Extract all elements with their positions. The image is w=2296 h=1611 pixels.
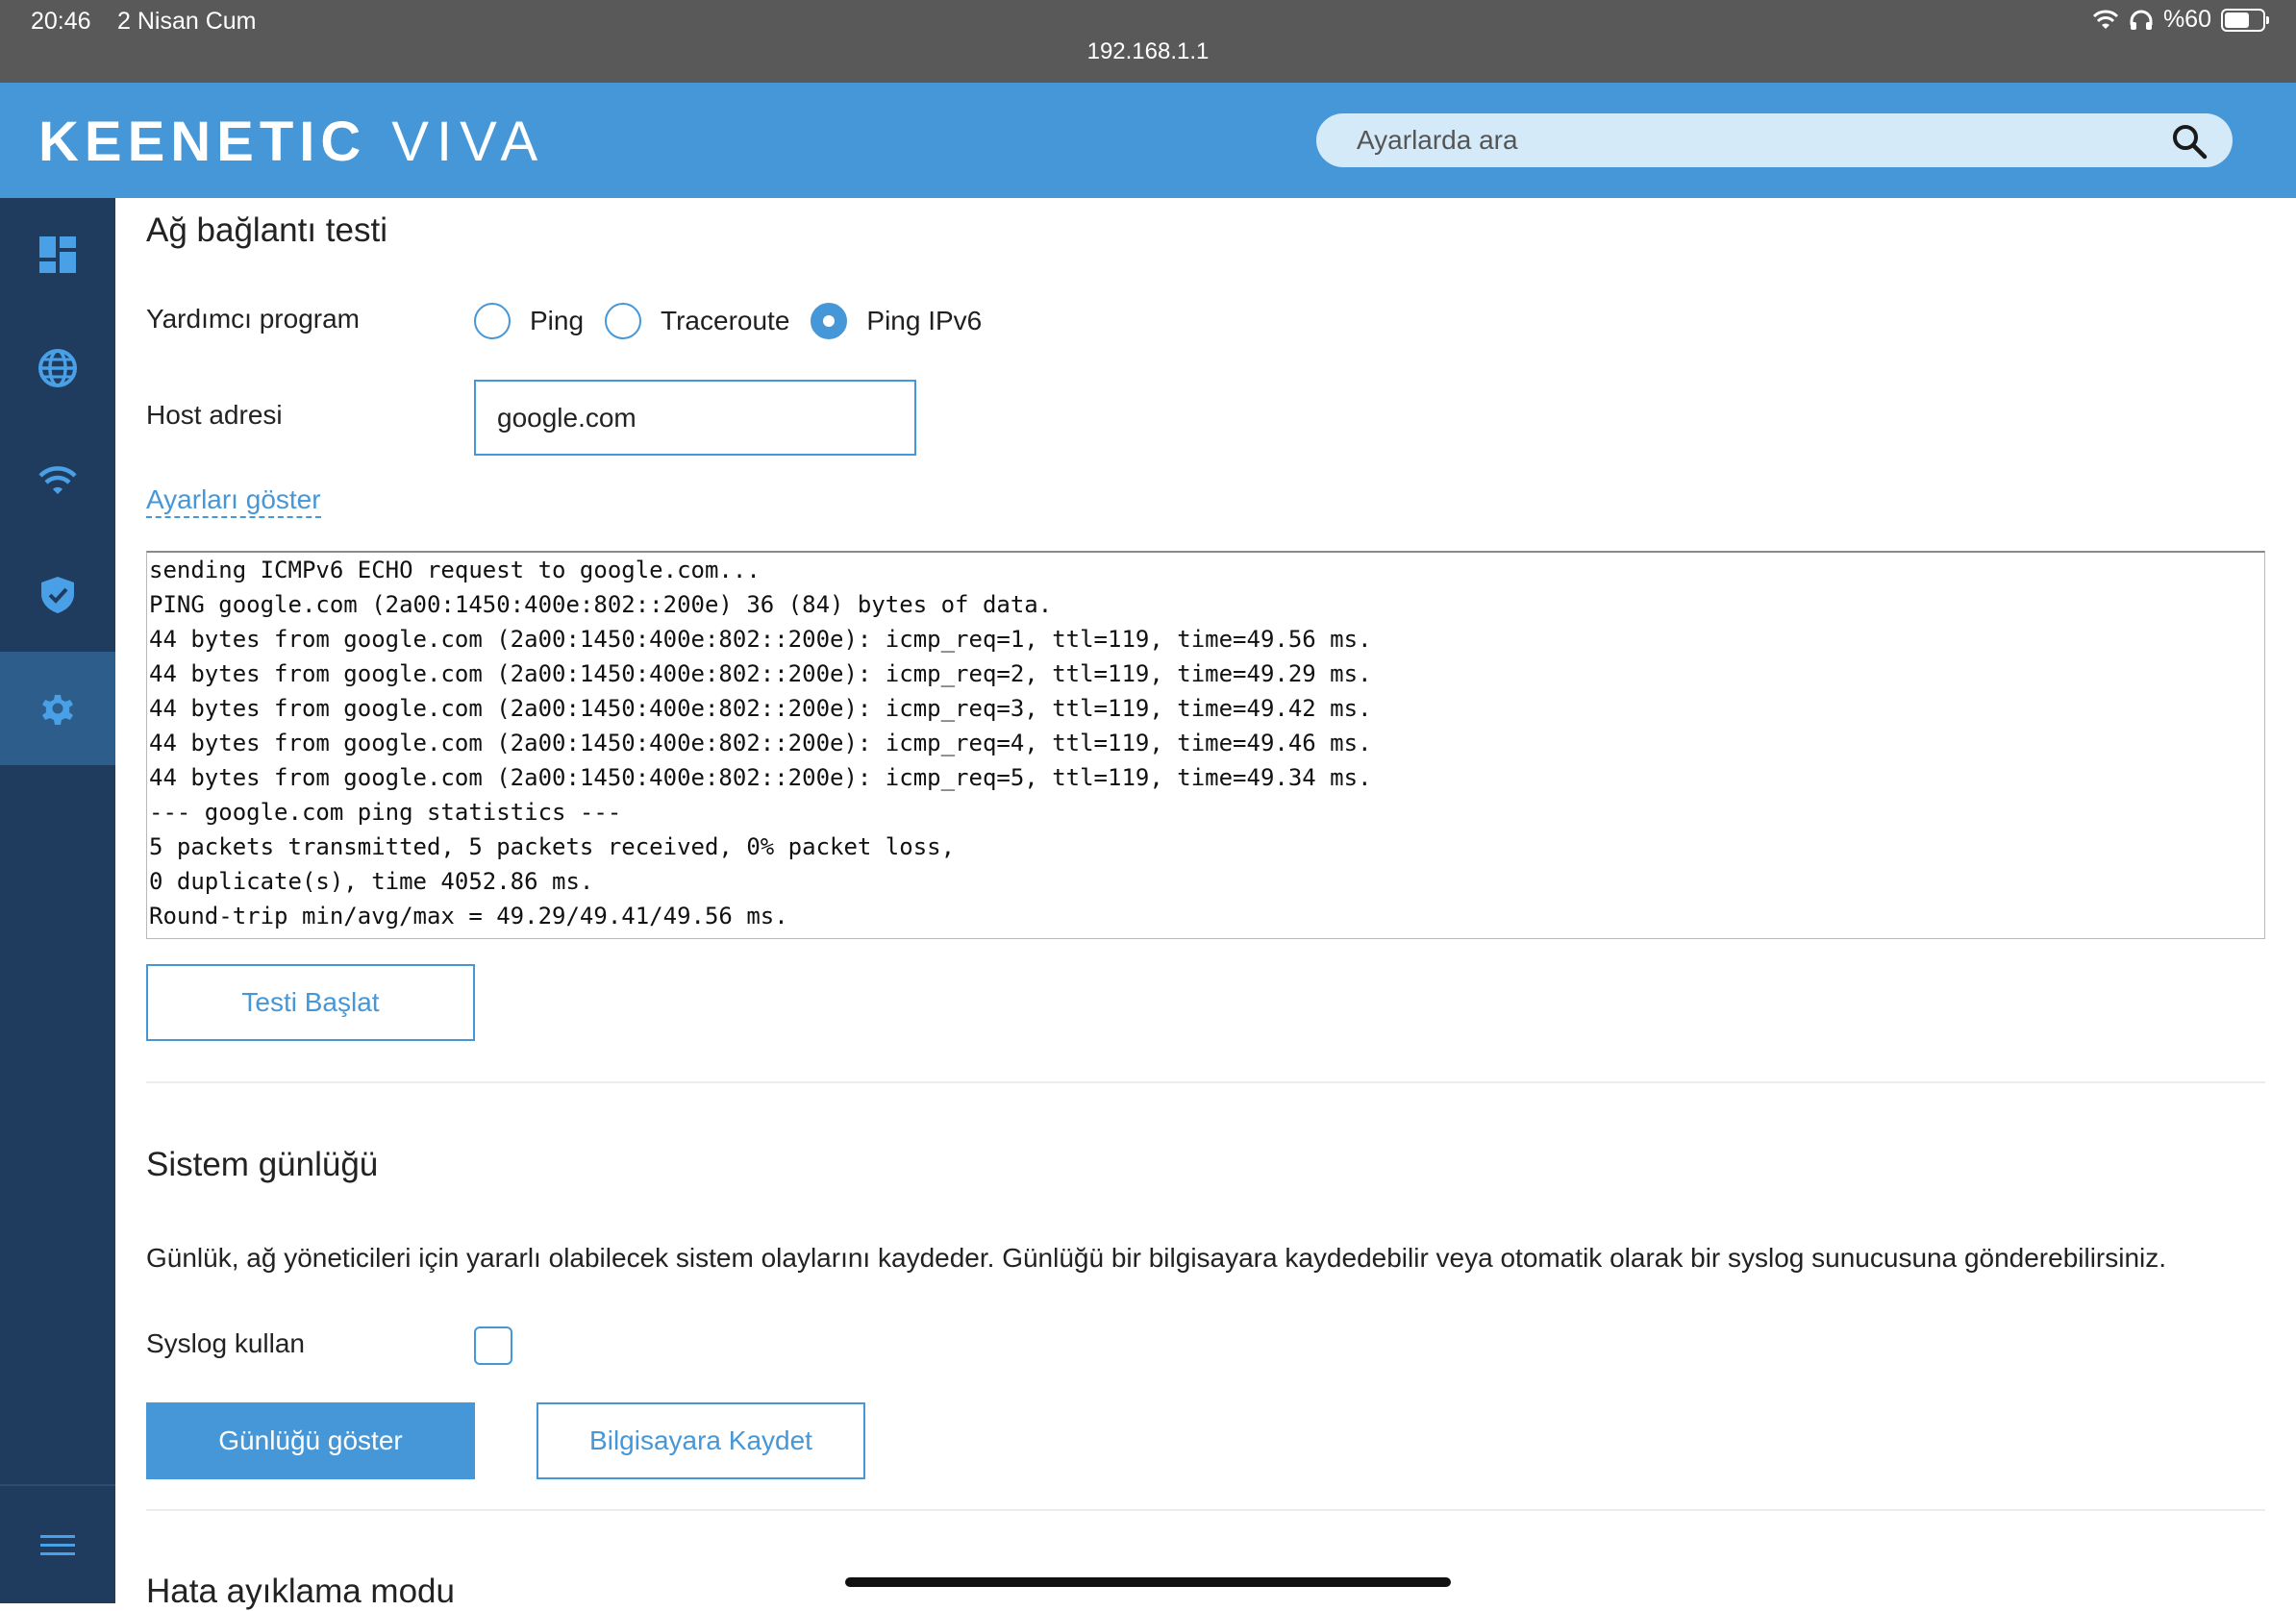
shield-icon — [41, 577, 74, 613]
debug-mode-title: Hata ayıklama modu — [146, 1573, 455, 1610]
host-input[interactable] — [474, 380, 916, 456]
brand-name: KEENETIC — [38, 111, 367, 173]
system-log-description: Günlük, ağ yöneticileri için yararlı ola… — [146, 1243, 2167, 1273]
sidebar — [0, 198, 115, 1603]
radio-ping-ipv6-label: Ping IPv6 — [866, 306, 983, 335]
network-test-title: Ağ bağlantı testi — [146, 211, 387, 249]
output-line: 44 bytes from google.com (2a00:1450:400e… — [149, 660, 1372, 687]
test-output: sending ICMPv6 ECHO request to google.co… — [146, 551, 2265, 939]
globe-icon — [38, 349, 77, 387]
address-bar-url[interactable]: 192.168.1.1 — [0, 38, 2296, 65]
radio-ping[interactable]: Ping — [474, 303, 584, 339]
radio-ping-ipv6-circle[interactable] — [811, 303, 848, 339]
status-bar: 20:46 2 Nisan Cum 192.168.1.1 %60 — [0, 0, 2296, 83]
dashboard-icon — [39, 236, 76, 273]
syslog-checkbox[interactable] — [474, 1326, 512, 1365]
output-line: 44 bytes from google.com (2a00:1450:400e… — [149, 695, 1372, 722]
settings-search — [1316, 113, 2233, 167]
host-label: Host adresi — [146, 400, 283, 430]
sidebar-item-internet[interactable] — [0, 311, 115, 425]
utility-label: Yardımcı program — [146, 304, 360, 334]
output-line: 44 bytes from google.com (2a00:1450:400e… — [149, 626, 1372, 653]
status-indicators: %60 — [2092, 6, 2269, 34]
headphones-icon — [2130, 10, 2153, 30]
search-icon[interactable] — [2171, 123, 2208, 160]
brand-logo: KEENETIC VIVA — [38, 110, 545, 174]
output-line: 44 bytes from google.com (2a00:1450:400e… — [149, 764, 1372, 791]
status-time: 20:46 — [31, 8, 91, 35]
sidebar-menu-toggle[interactable] — [0, 1484, 115, 1605]
app-header: KEENETIC VIVA — [0, 83, 2296, 198]
radio-traceroute-circle[interactable] — [605, 303, 642, 339]
menu-icon — [40, 1535, 75, 1555]
utility-radio-group: Ping Traceroute Ping IPv6 — [474, 303, 1003, 339]
status-date: 2 Nisan Cum — [117, 8, 257, 35]
output-line: 5 packets transmitted, 5 packets receive… — [149, 833, 956, 860]
show-log-button[interactable]: Günlüğü göster — [146, 1402, 475, 1479]
save-to-computer-button[interactable]: Bilgisayara Kaydet — [537, 1402, 865, 1479]
section-divider — [146, 1081, 2265, 1083]
radio-traceroute-label: Traceroute — [661, 306, 790, 335]
radio-traceroute[interactable]: Traceroute — [605, 303, 789, 339]
sidebar-item-dashboard[interactable] — [0, 198, 115, 311]
wifi-status-icon — [2092, 10, 2119, 29]
search-input[interactable] — [1355, 124, 2128, 157]
radio-ping-ipv6[interactable]: Ping IPv6 — [811, 303, 982, 339]
show-settings-link[interactable]: Ayarları göster — [146, 484, 321, 518]
output-line: PING google.com (2a00:1450:400e:802::200… — [149, 591, 1053, 618]
start-test-button[interactable]: Testi Başlat — [146, 964, 475, 1041]
radio-ping-circle[interactable] — [474, 303, 511, 339]
battery-percent: %60 — [2162, 6, 2211, 33]
sidebar-item-settings[interactable] — [0, 652, 115, 765]
output-line: --- google.com ping statistics --- — [149, 799, 622, 826]
gear-icon — [42, 695, 73, 725]
system-log-title: Sistem günlüğü — [146, 1146, 379, 1183]
output-line: 0 duplicate(s), time 4052.86 ms. — [149, 868, 594, 895]
syslog-label: Syslog kullan — [146, 1328, 305, 1358]
radio-ping-label: Ping — [530, 306, 585, 335]
brand-model: VIVA — [391, 111, 546, 173]
wifi-icon — [38, 466, 77, 494]
sidebar-item-security[interactable] — [0, 538, 115, 652]
sidebar-item-wifi[interactable] — [0, 425, 115, 538]
output-line: 44 bytes from google.com (2a00:1450:400e… — [149, 730, 1372, 756]
battery-icon — [2221, 8, 2269, 32]
output-line: Round-trip min/avg/max = 49.29/49.41/49.… — [149, 903, 788, 929]
home-indicator — [845, 1577, 1451, 1587]
section-divider — [146, 1509, 2265, 1511]
output-line: sending ICMPv6 ECHO request to google.co… — [149, 557, 761, 583]
